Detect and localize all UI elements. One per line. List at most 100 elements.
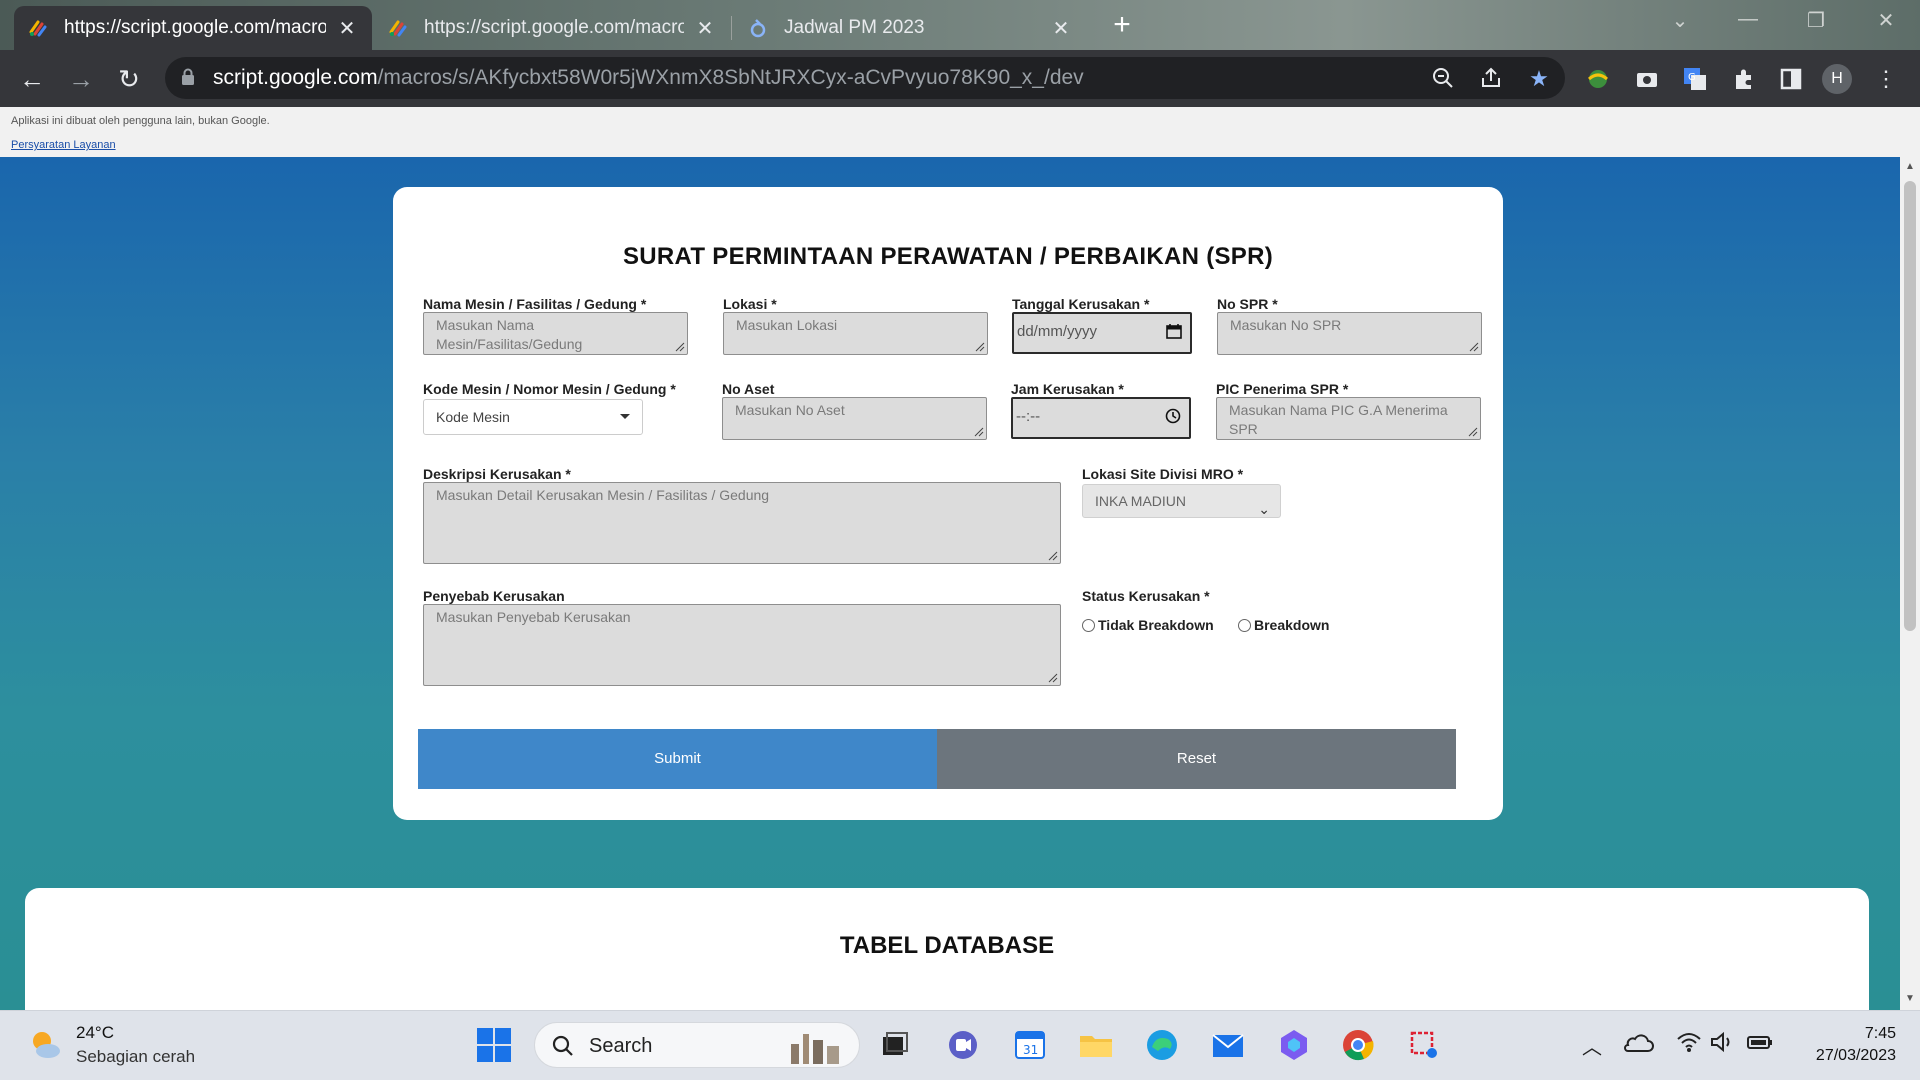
scroll-up-icon[interactable]: ▲	[1904, 161, 1916, 172]
penyebab-label: Penyebab Kerusakan	[423, 588, 565, 604]
forward-icon[interactable]: →	[64, 62, 98, 96]
restore-icon[interactable]: ❐	[1796, 8, 1836, 33]
tanggal-date-input[interactable]: dd/mm/yyyy	[1012, 312, 1192, 354]
lokasi-input[interactable]: Masukan Lokasi	[723, 312, 988, 355]
jam-label: Jam Kerusakan *	[1011, 381, 1124, 397]
page-content: SURAT PERMINTAAN PERAWATAN / PERBAIKAN (…	[0, 157, 1900, 1010]
scrollbar-thumb[interactable]	[1904, 181, 1916, 631]
lokasi-site-value: INKA MADIUN	[1095, 493, 1187, 509]
address-bar[interactable]: script.google.com/macros/s/AKfycbxt58W0r…	[165, 57, 1565, 99]
kode-mesin-select[interactable]: Kode Mesin	[423, 399, 643, 435]
no-aset-input[interactable]: Masukan No Aset	[722, 397, 987, 440]
reload-icon[interactable]: ↻	[112, 62, 146, 96]
resize-grip-icon[interactable]	[1048, 551, 1058, 561]
share-icon[interactable]	[1478, 66, 1504, 92]
database-title: TABEL DATABASE	[839, 932, 1055, 959]
weather-description[interactable]: Sebagian cerah	[76, 1047, 195, 1067]
resize-grip-icon[interactable]	[975, 342, 985, 352]
new-tab-button[interactable]: +	[1106, 10, 1138, 42]
kode-mesin-label: Kode Mesin / Nomor Mesin / Gedung *	[423, 381, 676, 397]
bookmark-star-icon[interactable]: ★	[1526, 66, 1552, 92]
no-aset-placeholder: Masukan No Aset	[735, 402, 845, 418]
teams-chat-icon[interactable]	[943, 1025, 983, 1065]
terms-of-service-link[interactable]: Persyaratan Layanan	[11, 139, 116, 151]
taskbar-search-box[interactable]: Search	[534, 1022, 860, 1068]
calendar-app-icon[interactable]: 31	[1010, 1025, 1050, 1065]
copilot-icon[interactable]	[1274, 1025, 1314, 1065]
tab-separator	[731, 16, 732, 40]
radio-tidak-breakdown[interactable]: Tidak Breakdown	[1082, 617, 1214, 633]
menu-kebab-icon[interactable]: ⋮	[1872, 65, 1900, 93]
chevron-down-icon[interactable]: ⌄	[1660, 8, 1700, 33]
weather-temperature[interactable]: 24°C	[76, 1023, 114, 1043]
nama-mesin-label: Nama Mesin / Fasilitas / Gedung *	[423, 296, 647, 312]
caret-down-icon	[620, 414, 630, 419]
onedrive-cloud-icon[interactable]	[1622, 1029, 1654, 1061]
resize-grip-icon[interactable]	[1048, 673, 1058, 683]
resize-grip-icon[interactable]	[974, 427, 984, 437]
close-icon[interactable]: ✕	[1050, 16, 1072, 41]
reset-button[interactable]: Reset	[937, 729, 1456, 789]
windows-taskbar: 24°C Sebagian cerah Search 31 ︿ 7:45 27/…	[0, 1010, 1920, 1080]
form-title: SURAT PERMINTAAN PERAWATAN / PERBAIKAN (…	[622, 243, 1274, 270]
radio-circle[interactable]	[1238, 618, 1251, 632]
tab-script-google-2[interactable]: https://script.google.com/macros/s/AKfyc…	[374, 6, 730, 50]
clock-icon[interactable]	[1165, 408, 1181, 424]
browser-toolbar: ← → ↻ script.google.com/macros/s/AKfycbx…	[0, 50, 1920, 107]
database-card: TABEL DATABASE	[25, 888, 1869, 1010]
tab-title: Jadwal PM 2023	[784, 17, 925, 38]
extensions-puzzle-icon[interactable]	[1730, 65, 1758, 93]
resize-grip-icon[interactable]	[1468, 427, 1478, 437]
pic-placeholder: Masukan Nama PIC G.A Menerima SPR	[1229, 402, 1448, 437]
tab-script-google-1[interactable]: https://script.google.com/macros/s/AKfyc…	[14, 6, 372, 50]
page-scrollbar[interactable]: ▲ ▼	[1900, 157, 1920, 1010]
tanggal-placeholder: dd/mm/yyyy	[1017, 323, 1098, 340]
minimize-icon[interactable]: —	[1728, 8, 1768, 31]
camera-icon[interactable]	[1633, 65, 1661, 93]
battery-icon[interactable]	[1746, 1031, 1774, 1059]
edge-browser-icon[interactable]	[1142, 1025, 1182, 1065]
volume-icon[interactable]	[1710, 1031, 1736, 1059]
pic-input[interactable]: Masukan Nama PIC G.A Menerima SPR	[1216, 397, 1481, 440]
radio-breakdown[interactable]: Breakdown	[1238, 617, 1329, 633]
show-hidden-icons-icon[interactable]: ︿	[1582, 1031, 1602, 1060]
no-spr-input[interactable]: Masukan No SPR	[1217, 312, 1482, 355]
apps-script-warning-bar: Aplikasi ini dibuat oleh pengguna lain, …	[0, 107, 1920, 157]
windows-start-icon[interactable]	[474, 1025, 514, 1065]
profile-avatar[interactable]: H	[1822, 64, 1852, 94]
zoom-icon[interactable]	[1430, 66, 1456, 92]
close-icon[interactable]: ✕	[694, 16, 716, 41]
window-close-icon[interactable]: ✕	[1866, 8, 1906, 33]
lokasi-site-label: Lokasi Site Divisi MRO *	[1082, 466, 1244, 482]
back-icon[interactable]: ←	[15, 62, 49, 96]
submit-button[interactable]: Submit	[418, 729, 937, 789]
tab-title: https://script.google.com/macros/s/AKfyc…	[424, 17, 684, 38]
tab-jadwal-pm[interactable]: Jadwal PM 2023 ✕	[734, 6, 1086, 50]
side-panel-icon[interactable]	[1777, 65, 1805, 93]
radio-circle[interactable]	[1082, 618, 1095, 632]
nama-mesin-input[interactable]: Masukan Nama Mesin/Fasilitas/Gedung	[423, 312, 688, 355]
partly-sunny-icon[interactable]	[28, 1027, 64, 1063]
tab-title: https://script.google.com/macros/s/AKfyc…	[64, 17, 326, 38]
calendar-icon[interactable]	[1166, 323, 1182, 339]
snipping-tool-icon[interactable]	[1404, 1025, 1444, 1065]
google-translate-icon[interactable]: G	[1681, 65, 1709, 93]
clock-time: 7:45	[1864, 1025, 1896, 1042]
penyebab-textarea[interactable]: Masukan Penyebab Kerusakan	[423, 604, 1061, 686]
deskripsi-textarea[interactable]: Masukan Detail Kerusakan Mesin / Fasilit…	[423, 482, 1061, 564]
wifi-icon[interactable]	[1676, 1031, 1702, 1059]
task-view-icon[interactable]	[874, 1025, 914, 1065]
system-clock[interactable]: 7:45 27/03/2023	[1796, 1023, 1896, 1067]
jam-time-input[interactable]: --:--	[1011, 397, 1191, 439]
mail-icon[interactable]	[1208, 1025, 1248, 1065]
scroll-down-icon[interactable]: ▼	[1904, 993, 1916, 1004]
resize-grip-icon[interactable]	[675, 342, 685, 352]
resize-grip-icon[interactable]	[1469, 342, 1479, 352]
close-icon[interactable]: ✕	[336, 16, 358, 41]
extension-globe-icon[interactable]	[1584, 65, 1612, 93]
deskripsi-placeholder: Masukan Detail Kerusakan Mesin / Fasilit…	[436, 487, 770, 503]
file-explorer-icon[interactable]	[1076, 1025, 1116, 1065]
lokasi-placeholder: Masukan Lokasi	[736, 317, 838, 333]
lokasi-site-select[interactable]: INKA MADIUN ⌄	[1082, 484, 1281, 518]
chrome-icon[interactable]	[1338, 1025, 1378, 1065]
